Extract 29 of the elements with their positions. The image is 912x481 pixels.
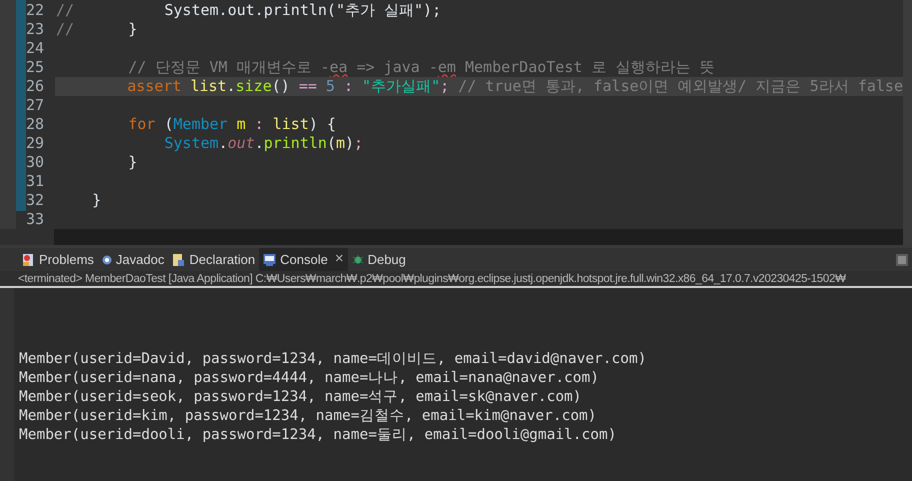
line-number: 28	[26, 114, 46, 136]
line-number: 30	[26, 152, 46, 174]
monitor-icon	[263, 253, 276, 266]
line-number: 31	[26, 171, 46, 192]
horizontal-scrollbar[interactable]	[54, 229, 903, 245]
console-status: <terminated> MemberDaoTest [Java Application] C:₩Users₩march₩.p2₩pool₩plugins₩org.eclipse.justj.openjdk.hotspot.jre.full.win32.x86_64_17.0.7.v20230425-1502₩	[0, 271, 912, 288]
line-number: 32	[26, 190, 46, 212]
close-icon[interactable]: ×	[334, 248, 344, 271]
current-line-highlight: assert list.size() == 5 : "추가실패"; // true면 통과, false이면 예외발생/ 지금은 5라서 false	[55, 77, 903, 96]
line-number: 24	[26, 38, 46, 60]
line-number: 33	[26, 209, 46, 229]
line-number: 23	[26, 19, 46, 40]
console-output-line: Member(userid=seok, password=1234, name=석구, email=sk@naver.com)	[19, 388, 583, 407]
line-number: 29	[26, 133, 46, 154]
vertical-scrollbar[interactable]	[903, 0, 912, 229]
line-number: 26	[26, 76, 46, 98]
console-output-line: Member(userid=kim, password=1234, name=김철수, email=kim@naver.com)	[19, 407, 598, 426]
at-icon	[102, 254, 112, 264]
minimize-button[interactable]	[896, 254, 908, 266]
warning-list-icon	[22, 252, 35, 266]
line-number: 22	[26, 0, 46, 22]
console-output-line: Member(userid=dooli, password=1234, name=둘리, email=dooli@gmail.com)	[19, 426, 618, 445]
line-number: 27	[26, 95, 46, 116]
console-output-line: Member(userid=nana, password=4444, name=나나, email=nana@naver.com)	[19, 369, 600, 388]
document-icon	[172, 252, 186, 266]
line-number: 25	[26, 57, 46, 78]
view-tab[interactable]: Console ×	[259, 248, 348, 271]
bug-icon	[352, 254, 364, 266]
console-output-line: Member(userid=David, password=1234, name=데이비드, email=david@naver.com)	[19, 350, 646, 369]
